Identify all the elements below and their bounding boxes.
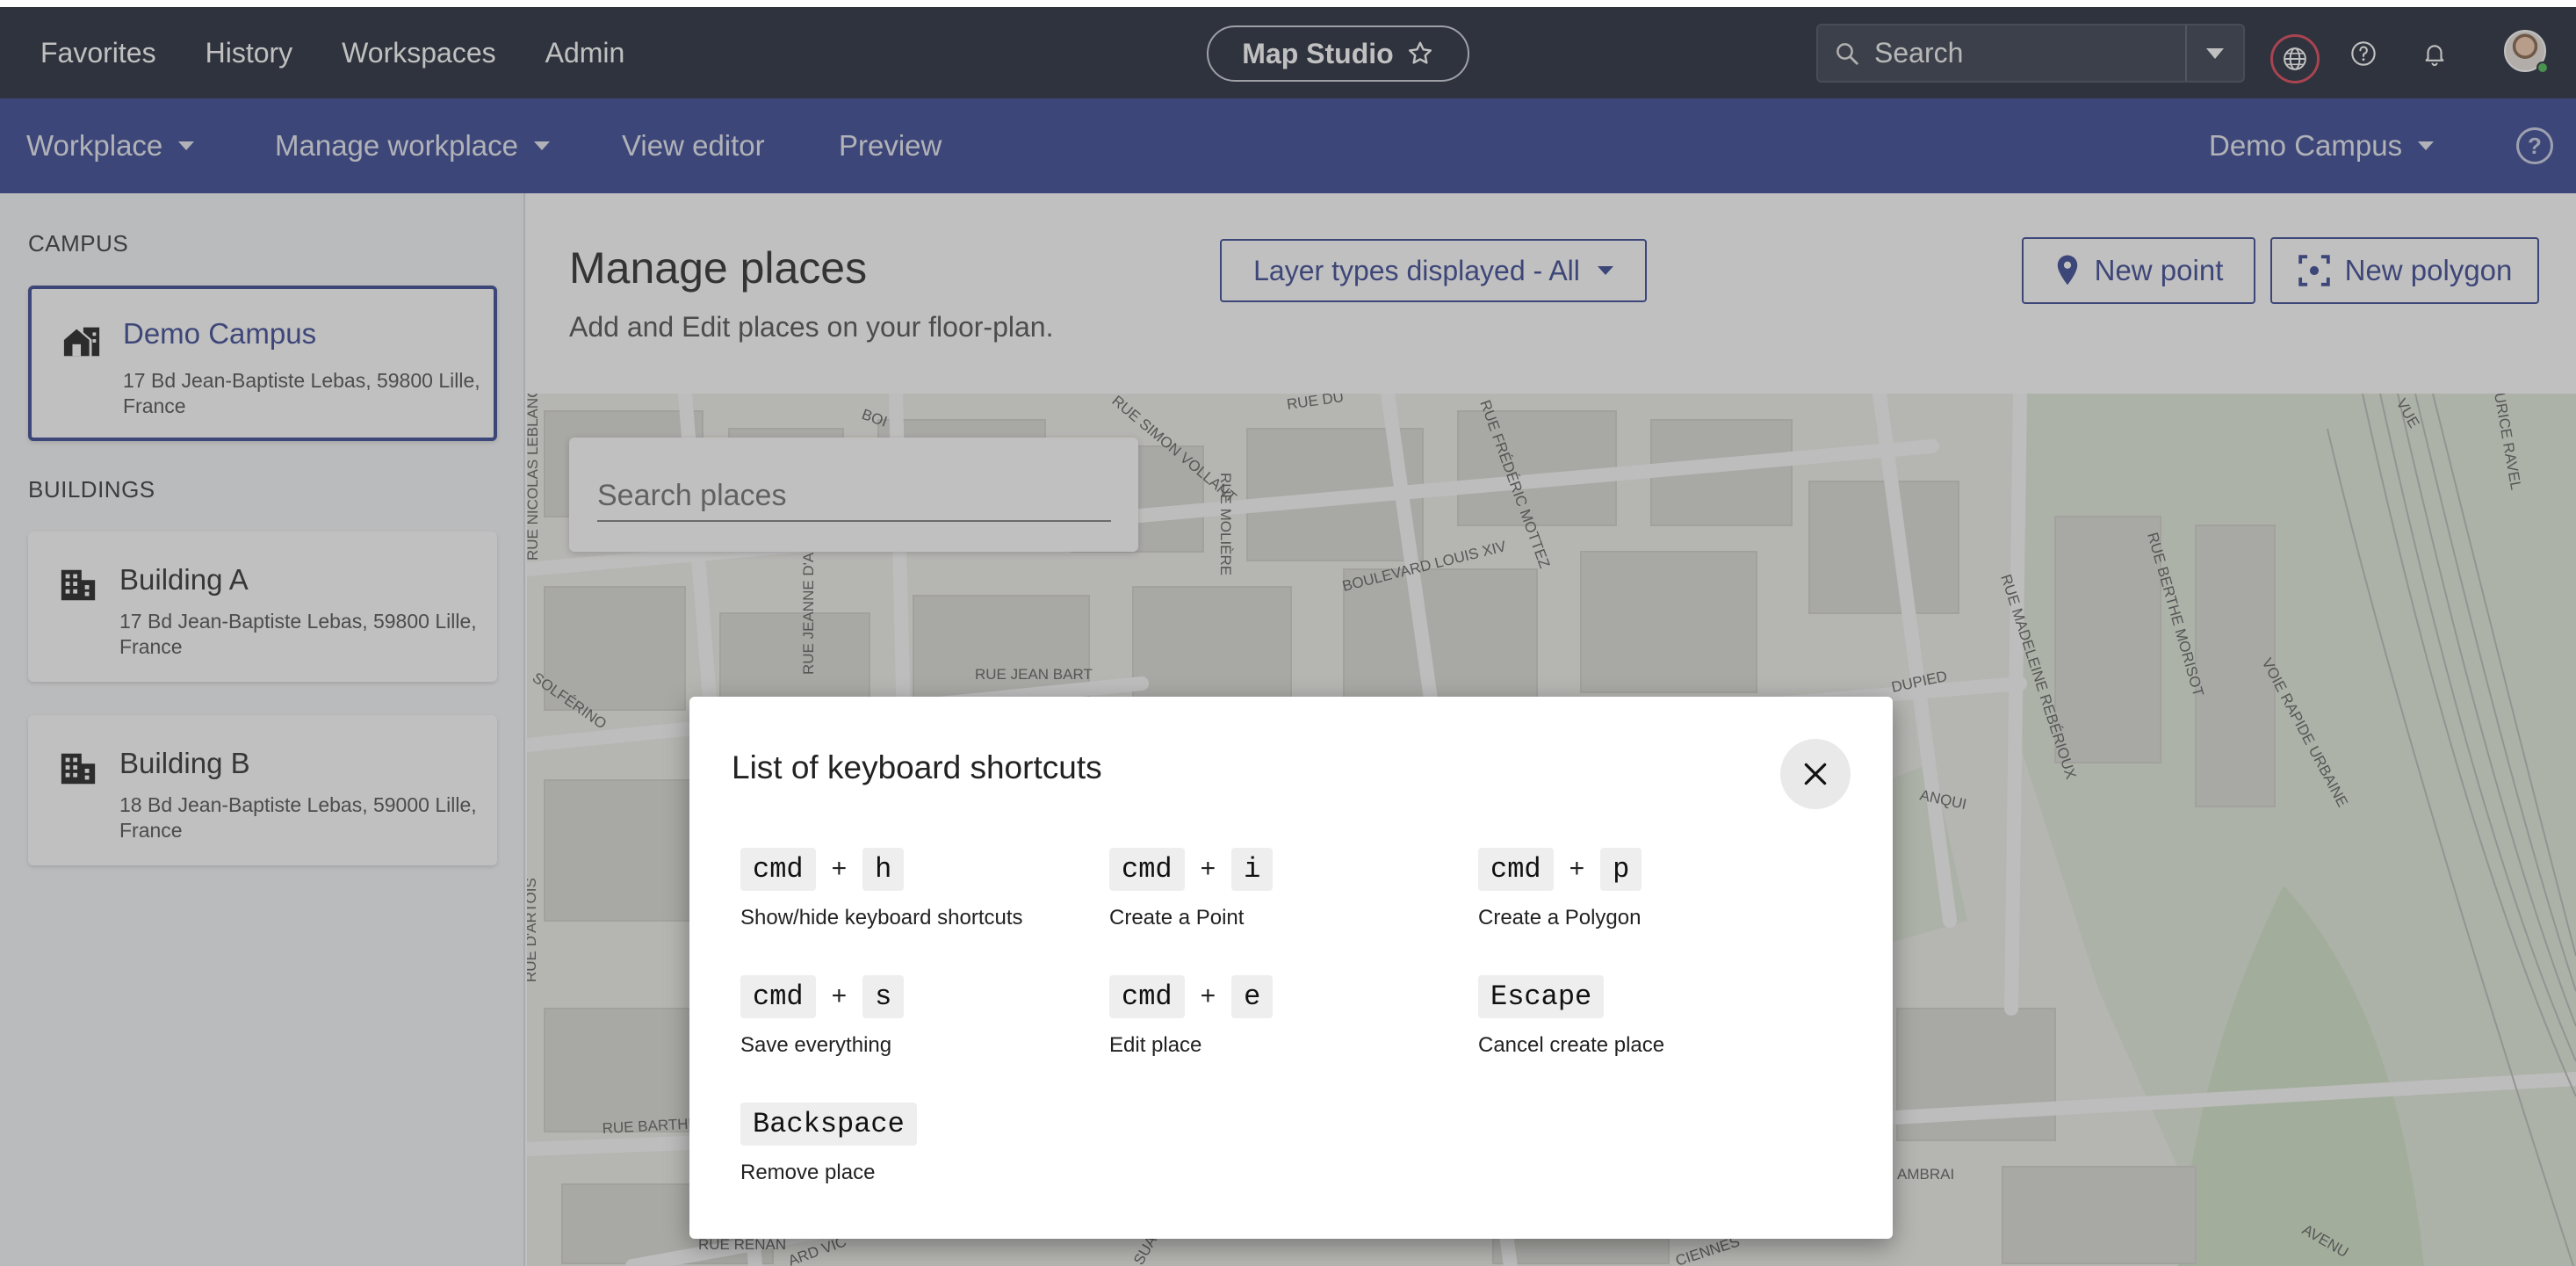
shortcut-item: cmd + i Create a Point: [1109, 846, 1461, 930]
key-cap: e: [1231, 974, 1274, 1018]
keyboard-shortcuts-dialog: List of keyboard shortcuts cmd + h Show/…: [689, 697, 1893, 1239]
shortcut-keys: cmd + p: [1478, 846, 1829, 892]
plus-sign: +: [1200, 981, 1216, 1010]
plus-sign: +: [1569, 854, 1585, 883]
key-cap: cmd: [1109, 974, 1185, 1018]
shortcut-keys: cmd + s: [740, 973, 1092, 1019]
shortcut-item: cmd + p Create a Polygon: [1478, 846, 1829, 930]
shortcut-keys: Backspace: [740, 1101, 1092, 1147]
shortcut-keys: cmd + h: [740, 846, 1092, 892]
dialog-title: List of keyboard shortcuts: [732, 749, 1102, 785]
key-cap: cmd: [740, 974, 816, 1018]
shortcut-keys: Escape: [1478, 973, 1829, 1019]
key-cap: cmd: [740, 847, 816, 891]
key-cap: s: [862, 974, 905, 1018]
shortcut-item: cmd + e Edit place: [1109, 973, 1461, 1058]
shortcut-description: Edit place: [1109, 1033, 1202, 1057]
close-button[interactable]: [1780, 739, 1851, 809]
key-cap: cmd: [1478, 847, 1554, 891]
shortcut-keys: cmd + e: [1109, 973, 1461, 1019]
shortcut-item: cmd + h Show/hide keyboard shortcuts: [740, 846, 1092, 930]
key-cap: Backspace: [740, 1102, 917, 1146]
shortcut-description: Create a Polygon: [1478, 906, 1642, 930]
key-cap: Escape: [1478, 974, 1605, 1018]
key-cap: h: [862, 847, 905, 891]
shortcut-description: Create a Point: [1109, 906, 1245, 930]
close-icon: [1804, 763, 1827, 785]
plus-sign: +: [1200, 854, 1216, 883]
shortcut-item: cmd + s Save everything: [740, 973, 1092, 1058]
key-cap: i: [1231, 847, 1274, 891]
shortcut-item: Escape Cancel create place: [1478, 973, 1829, 1058]
shortcut-item: Backspace Remove place: [740, 1101, 1092, 1185]
key-cap: cmd: [1109, 847, 1185, 891]
shortcut-description: Show/hide keyboard shortcuts: [740, 906, 1023, 930]
key-cap: p: [1600, 847, 1642, 891]
plus-sign: +: [831, 854, 848, 883]
shortcut-description: Save everything: [740, 1033, 892, 1057]
shortcut-description: Remove place: [740, 1161, 876, 1184]
shortcut-keys: cmd + i: [1109, 846, 1461, 892]
plus-sign: +: [831, 981, 848, 1010]
shortcut-description: Cancel create place: [1478, 1033, 1665, 1057]
